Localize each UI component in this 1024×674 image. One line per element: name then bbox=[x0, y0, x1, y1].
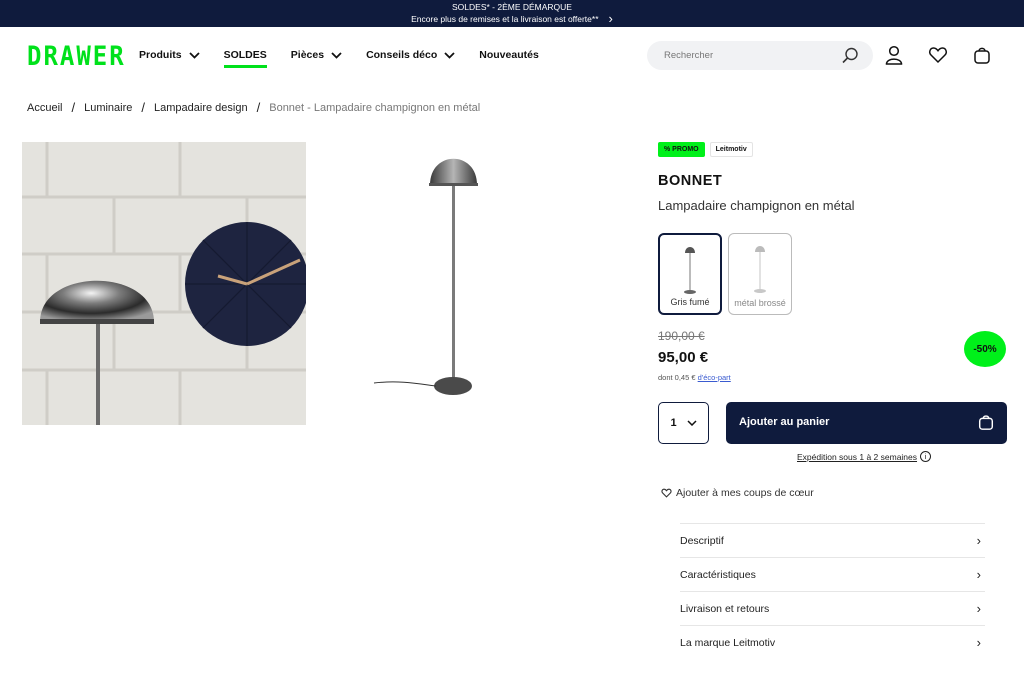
accordion-descriptif[interactable]: Descriptif › bbox=[680, 523, 985, 557]
variant-thumbnail bbox=[684, 247, 696, 294]
chevron-down-icon bbox=[188, 51, 200, 59]
search-icon[interactable] bbox=[841, 47, 859, 65]
breadcrumb-separator: / bbox=[256, 100, 261, 115]
variant-selector: Gris fumé métal brossé bbox=[658, 233, 792, 315]
product-image-ambiance[interactable] bbox=[22, 142, 306, 425]
accordion-livraison[interactable]: Livraison et retours › bbox=[680, 591, 985, 625]
accordion-caracteristiques[interactable]: Caractéristiques › bbox=[680, 557, 985, 591]
user-icon[interactable] bbox=[884, 45, 904, 65]
eco-link[interactable]: d'éco-part bbox=[698, 373, 731, 382]
shipping-info[interactable]: Expédition sous 1 à 2 semaines i bbox=[797, 451, 932, 462]
chevron-right-icon[interactable]: › bbox=[609, 12, 613, 25]
accordion-label: Livraison et retours bbox=[680, 602, 770, 615]
promo-line-2: Encore plus de remises et la livraison e… bbox=[411, 14, 599, 24]
nav-item-label: Produits bbox=[139, 49, 182, 61]
nav-item-pieces[interactable]: Pièces bbox=[291, 49, 342, 61]
nav-item-label: Pièces bbox=[290, 49, 325, 61]
logo[interactable]: DRAWER bbox=[27, 41, 126, 72]
discount-badge: -50% bbox=[964, 331, 1006, 367]
breadcrumb-item[interactable]: Lampadaire design bbox=[154, 102, 248, 114]
nav-item-nouveautes[interactable]: Nouveautés bbox=[479, 49, 539, 61]
product-subtitle: Lampadaire champignon en métal bbox=[658, 198, 855, 213]
promo-badge: % PROMO bbox=[658, 142, 705, 157]
bag-icon bbox=[978, 415, 994, 430]
nav-item-label: Nouveautés bbox=[479, 49, 539, 61]
breadcrumb-item[interactable]: Luminaire bbox=[84, 102, 132, 114]
breadcrumb-separator: / bbox=[141, 100, 146, 115]
product-image-packshot[interactable] bbox=[320, 142, 592, 425]
accordion-label: Caractéristiques bbox=[680, 568, 756, 581]
bag-icon[interactable] bbox=[972, 45, 992, 65]
accordion-marque[interactable]: La marque Leitmotiv › bbox=[680, 625, 985, 659]
chevron-right-icon: › bbox=[976, 635, 981, 650]
product-title: BONNET bbox=[658, 173, 723, 189]
chevron-right-icon: › bbox=[976, 601, 981, 616]
heart-icon bbox=[661, 488, 672, 498]
eco-participation: dont 0,45 € d'éco-part bbox=[658, 373, 731, 382]
eco-prefix: dont 0,45 € bbox=[658, 373, 696, 382]
search-placeholder: Rechercher bbox=[664, 50, 714, 61]
shipping-text: Expédition sous 1 à 2 semaines bbox=[797, 451, 918, 462]
promo-line-1: SOLDES* - 2ÈME DÉMARQUE bbox=[452, 2, 572, 12]
quantity-value: 1 bbox=[670, 417, 677, 429]
main-nav: Produits SOLDES Pièces Conseils déco Nou… bbox=[139, 49, 563, 68]
nav-item-produits[interactable]: Produits bbox=[139, 49, 200, 61]
chevron-down-icon bbox=[687, 420, 697, 426]
breadcrumb-separator: / bbox=[71, 100, 76, 115]
accordion-label: La marque Leitmotiv bbox=[680, 636, 776, 649]
current-price: 95,00 € bbox=[658, 349, 709, 366]
wishlist-label: Ajouter à mes coups de cœur bbox=[676, 487, 814, 499]
nav-item-soldes[interactable]: SOLDES bbox=[223, 49, 267, 68]
chevron-right-icon: › bbox=[976, 567, 981, 582]
accordion-label: Descriptif bbox=[680, 534, 724, 547]
add-to-cart-button[interactable]: Ajouter au panier bbox=[726, 402, 1007, 444]
quantity-select[interactable]: 1 bbox=[658, 402, 709, 444]
chevron-down-icon bbox=[331, 51, 342, 59]
old-price: 190,00 € bbox=[658, 329, 705, 343]
product-accordion: Descriptif › Caractéristiques › Livraiso… bbox=[680, 523, 985, 659]
breadcrumb-current: Bonnet - Lampadaire champignon en métal bbox=[269, 101, 481, 114]
variant-gris-fume[interactable]: Gris fumé bbox=[658, 233, 722, 315]
promo-bar[interactable]: SOLDES* - 2ÈME DÉMARQUE Encore plus de r… bbox=[0, 0, 1024, 27]
heart-icon[interactable] bbox=[928, 45, 948, 65]
site-header: DRAWER Produits SOLDES Pièces Conseils d… bbox=[0, 27, 1024, 85]
brand-badge[interactable]: Leitmotiv bbox=[709, 142, 753, 157]
variant-thumbnail bbox=[754, 246, 766, 293]
promo-badge-label: PROMO bbox=[672, 146, 699, 153]
info-icon[interactable]: i bbox=[920, 451, 932, 462]
nav-item-label: Conseils déco bbox=[366, 49, 438, 61]
breadcrumb-item[interactable]: Accueil bbox=[27, 102, 62, 114]
variant-label: Gris fumé bbox=[670, 297, 710, 307]
chevron-down-icon bbox=[444, 51, 455, 59]
variant-metal-brosse[interactable]: métal brossé bbox=[728, 233, 792, 315]
product-tags: % PROMO Leitmotiv bbox=[658, 142, 753, 157]
breadcrumb: Accueil / Luminaire / Lampadaire design … bbox=[27, 100, 480, 115]
add-to-cart-label: Ajouter au panier bbox=[739, 416, 830, 428]
nav-item-label: SOLDES bbox=[223, 49, 267, 61]
add-to-wishlist[interactable]: Ajouter à mes coups de cœur bbox=[661, 487, 814, 499]
nav-item-conseils-deco[interactable]: Conseils déco bbox=[366, 49, 455, 61]
search-input[interactable]: Rechercher bbox=[647, 41, 873, 70]
chevron-right-icon: › bbox=[976, 533, 981, 548]
variant-label: métal brossé bbox=[734, 298, 786, 308]
